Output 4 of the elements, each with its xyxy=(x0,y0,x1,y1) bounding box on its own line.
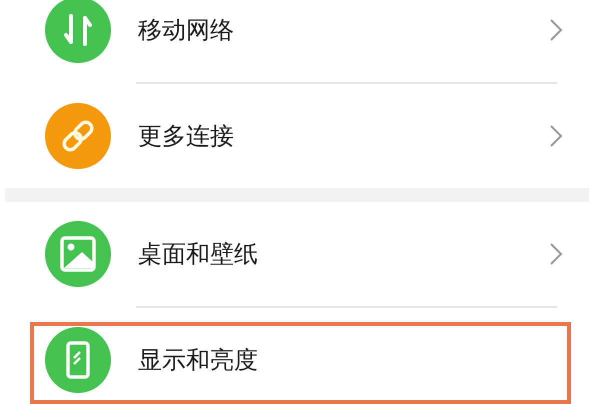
setting-label[interactable]: 更多连接 xyxy=(138,120,234,152)
setting-label[interactable]: 显示和亮度 xyxy=(138,344,258,376)
setting-label[interactable]: 桌面和壁纸 xyxy=(138,238,258,270)
setting-label[interactable]: 移动网络 xyxy=(138,14,234,46)
